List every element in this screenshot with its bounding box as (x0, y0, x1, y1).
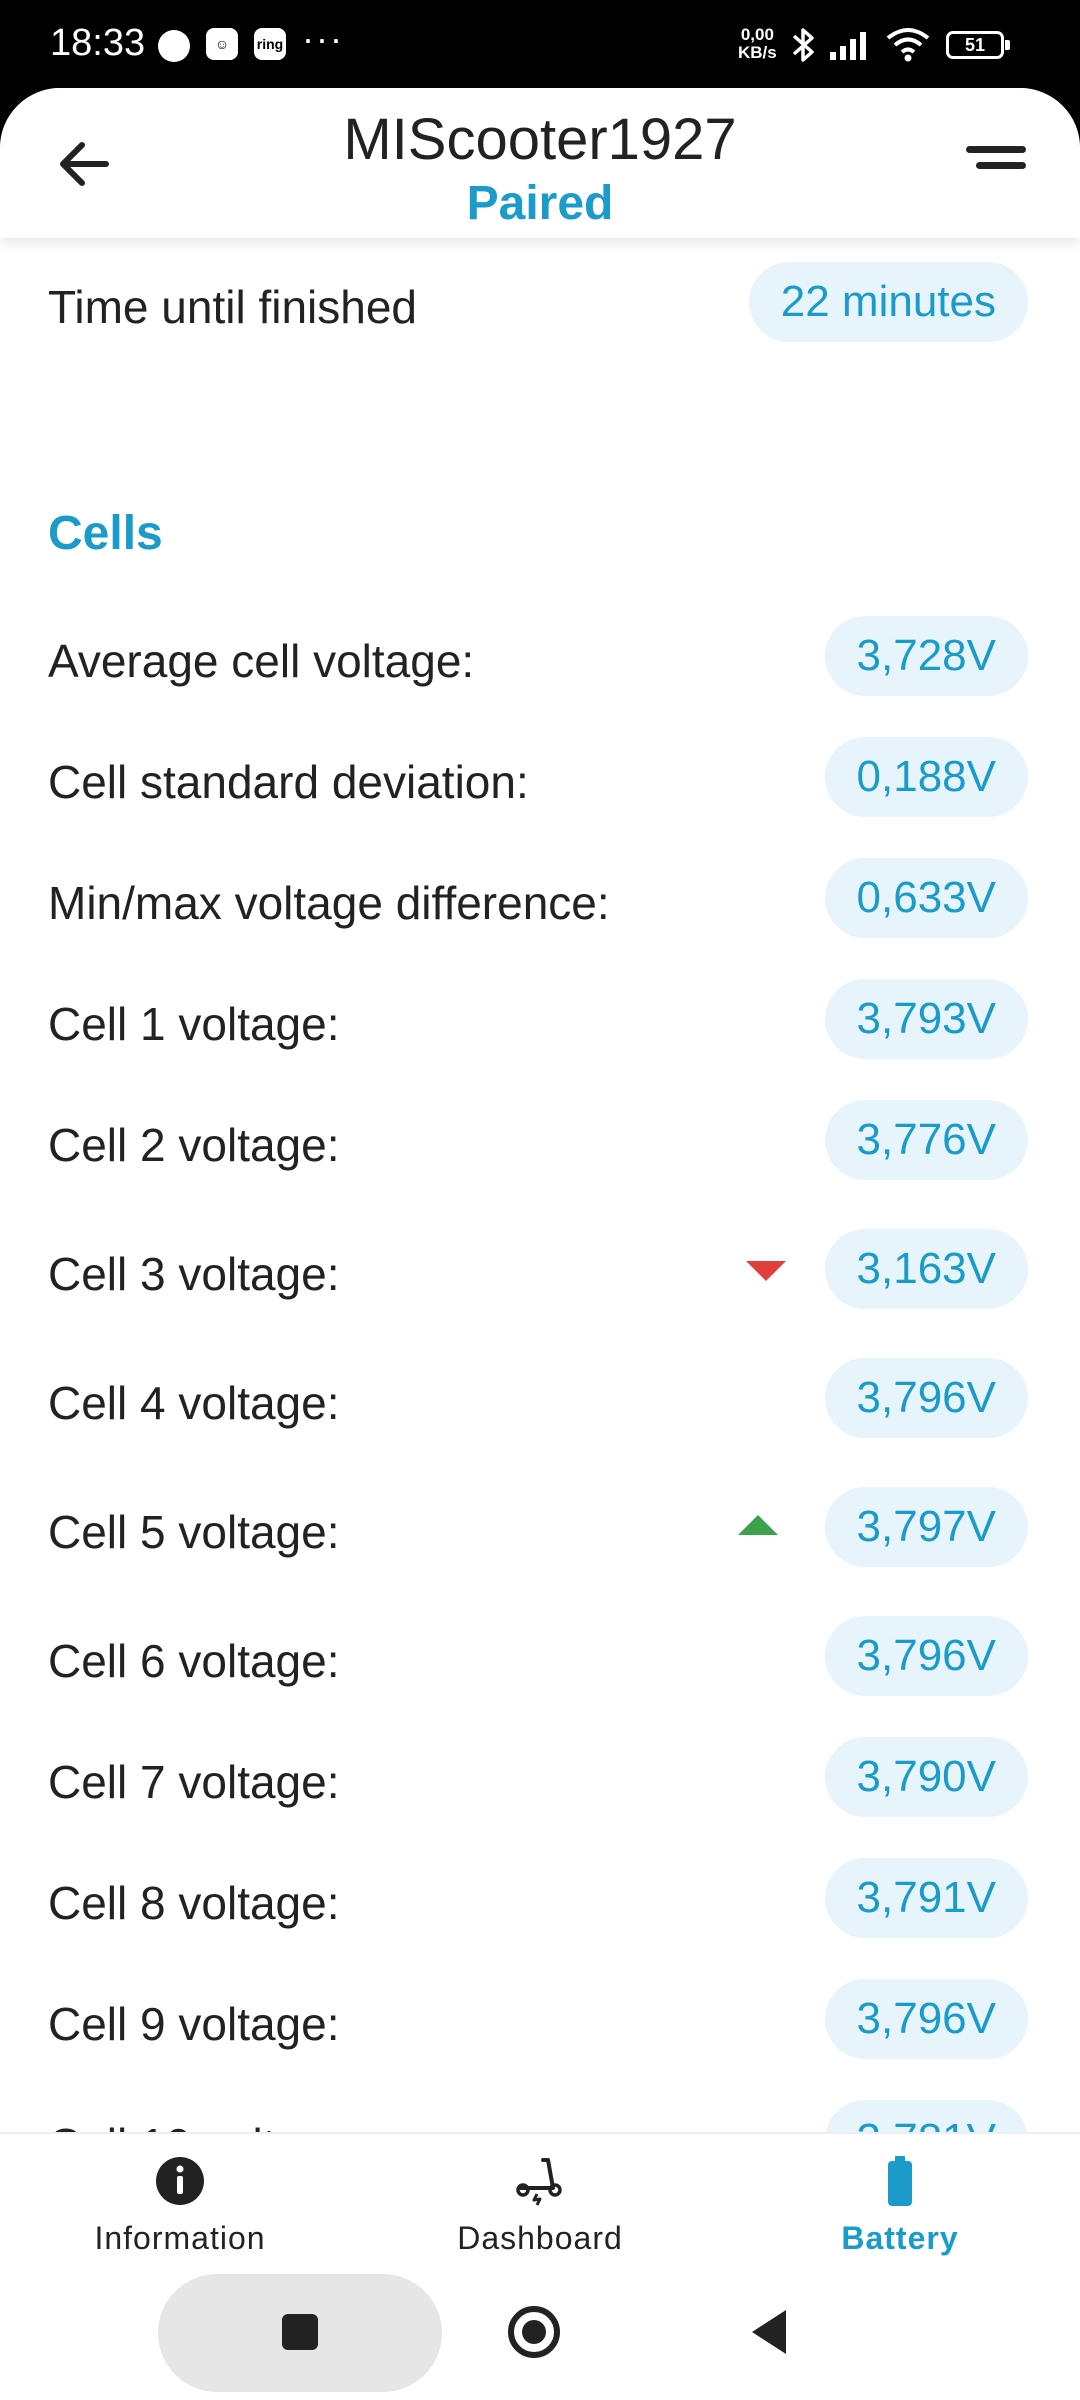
max-voltage-indicator-icon (738, 1515, 778, 1535)
cell-voltage-label: Cell 7 voltage: (48, 1756, 340, 1808)
nav-information[interactable]: Information (0, 2134, 360, 2274)
cell-voltage-label: Cell 3 voltage: (48, 1248, 340, 1300)
cell-voltage-label: Cell 2 voltage: (48, 1119, 340, 1171)
cell-voltage-row: Cell 5 voltage: 3,797V (48, 1487, 1028, 1567)
cell-voltage-label: Cell 1 voltage: (48, 998, 340, 1050)
cell-voltage-row: Cell 7 voltage: 3,790V (48, 1737, 1028, 1817)
cell-voltage-value: 3,791V (824, 1858, 1028, 1938)
cell-voltage-row: Cell 4 voltage: 3,796V (48, 1358, 1028, 1438)
system-back-icon[interactable] (752, 2310, 786, 2354)
circle-icon (158, 30, 190, 62)
cell-voltage-row: Cell 2 voltage: 3,776V (48, 1100, 1028, 1180)
cell-voltage-value: 3,796V (824, 1979, 1028, 2059)
nav-battery-label: Battery (841, 2220, 959, 2256)
info-icon (156, 2157, 204, 2205)
stat-value: 0,633V (824, 858, 1028, 938)
cell-voltage-row: Cell 8 voltage: 3,791V (48, 1858, 1028, 1938)
cell-voltage-label: Cell 6 voltage: (48, 1635, 340, 1687)
face-icon: ☺ (206, 28, 238, 60)
network-speed: 0,00 KB/s (738, 26, 777, 62)
stat-label: Average cell voltage: (48, 635, 475, 687)
min-max-difference-row: Min/max voltage difference: 0,633V (48, 858, 1028, 938)
time-until-finished-value: 22 minutes (748, 262, 1028, 342)
nav-dashboard-label: Dashboard (457, 2220, 623, 2256)
cells-section-title: Cells (48, 507, 163, 560)
cell-voltage-row: Cell 3 voltage: 3,163V (48, 1229, 1028, 1309)
menu-icon[interactable] (966, 142, 1026, 172)
battery-details-list: Time until finished 22 minutes Cells Ave… (0, 238, 1080, 2220)
cell-voltage-row: Cell 6 voltage: 3,796V (48, 1616, 1028, 1696)
network-speed-unit: KB/s (738, 43, 777, 62)
average-cell-voltage-row: Average cell voltage: 3,728V (48, 616, 1028, 696)
stat-value: 0,188V (824, 737, 1028, 817)
device-name-title: MIScooter1927 (343, 107, 737, 172)
cell-voltage-value: 3,163V (824, 1229, 1028, 1309)
min-voltage-indicator-icon (746, 1261, 786, 1281)
top-app-bar: MIScooter1927 Paired (0, 88, 1080, 238)
wifi-icon (886, 28, 930, 62)
time-until-finished-row: Time until finished 22 minutes (48, 262, 1028, 342)
cell-voltage-row: Cell 1 voltage: 3,793V (48, 979, 1028, 1059)
recents-icon[interactable] (282, 2314, 318, 2350)
system-navigation-bar (0, 2272, 1080, 2400)
cell-voltage-label: Cell 9 voltage: (48, 1998, 340, 2050)
cell-voltage-row: Cell 9 voltage: 3,796V (48, 1979, 1028, 2059)
cell-voltage-value: 3,793V (824, 979, 1028, 1059)
ring-app-icon: ring (254, 28, 286, 60)
cell-voltage-label: Cell 5 voltage: (48, 1506, 340, 1558)
cell-voltage-label: Cell 4 voltage: (48, 1377, 340, 1429)
signal-icon (830, 32, 866, 60)
cell-std-deviation-row: Cell standard deviation: 0,188V (48, 737, 1028, 817)
battery-status-icon: 51 (946, 31, 1010, 59)
stat-value: 3,728V (824, 616, 1028, 696)
cell-voltage-label: Cell 8 voltage: (48, 1877, 340, 1929)
cell-voltage-value: 3,797V (824, 1487, 1028, 1567)
connection-status: Paired (466, 177, 614, 230)
status-bar: 18:33 ☺ ring ··· 0,00 KB/s 51 (0, 0, 1080, 92)
status-time: 18:33 (50, 22, 146, 64)
stat-label: Min/max voltage difference: (48, 877, 610, 929)
scooter-icon (516, 2158, 562, 2206)
home-icon[interactable] (508, 2306, 560, 2358)
stat-label: Cell standard deviation: (48, 756, 529, 808)
nav-information-label: Information (94, 2220, 266, 2256)
nav-dashboard[interactable]: Dashboard (360, 2134, 720, 2274)
more-icon: ··· (302, 18, 344, 59)
time-until-finished-label: Time until finished (48, 281, 418, 333)
bluetooth-icon (792, 28, 814, 62)
cell-voltage-value: 3,776V (824, 1100, 1028, 1180)
network-speed-value: 0,00 (740, 25, 774, 44)
bottom-navigation: Information Dashboard Battery (0, 2132, 1080, 2272)
cell-voltage-value: 3,796V (824, 1358, 1028, 1438)
battery-icon (888, 2156, 912, 2206)
app-window: MIScooter1927 Paired Time until finished… (0, 88, 1080, 2400)
cell-voltage-value: 3,790V (824, 1737, 1028, 1817)
cell-voltage-value: 3,796V (824, 1616, 1028, 1696)
nav-battery[interactable]: Battery (720, 2134, 1080, 2274)
